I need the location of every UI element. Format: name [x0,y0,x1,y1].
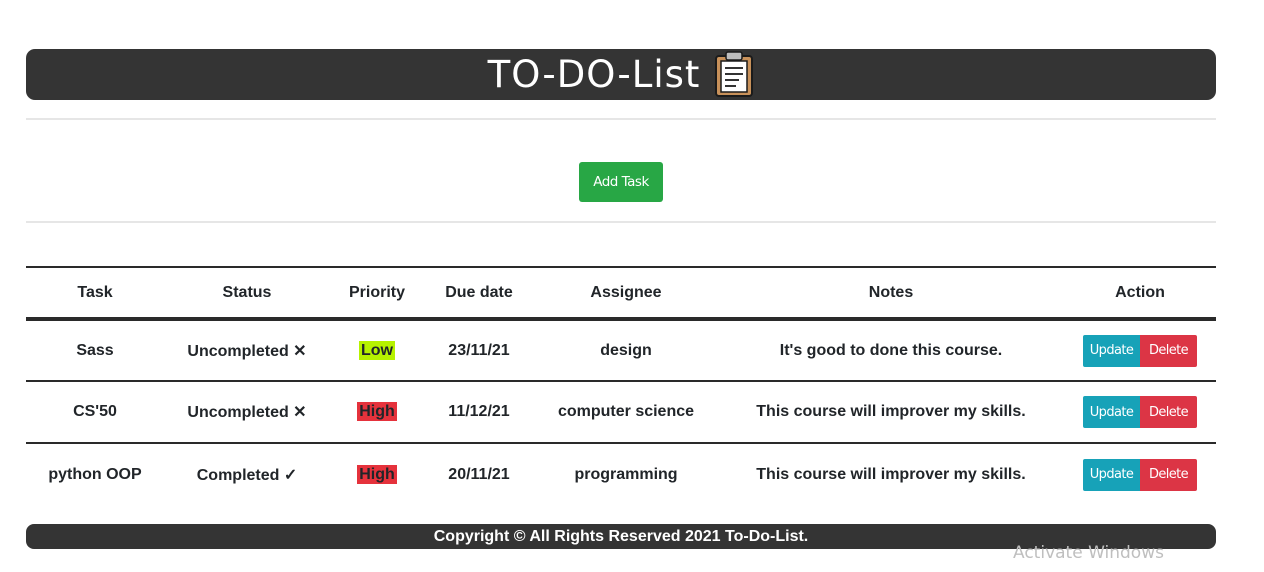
column-header-notes: Notes [868,283,914,301]
task-name: python OOP [48,465,142,483]
table-header-row: Task Status Priority Due date Assignee N… [26,267,1216,319]
task-assignee: programming [574,465,678,483]
priority-badge: Low [359,340,395,360]
update-button[interactable]: Update [1083,396,1140,428]
task-notes: This course will improver my skills. [756,465,1026,483]
column-header-priority: Priority [348,283,405,301]
task-name: CS'50 [73,403,117,420]
task-status: Uncompleted ✕ [187,404,307,421]
column-header-status: Status [222,283,272,301]
app-title: TO-DO-List [487,53,701,96]
app-header: TO-DO-List [26,49,1216,100]
table-row: python OOP Completed ✓ High 20/11/21 pro… [26,443,1216,505]
action-group: Update Delete [1083,334,1197,367]
task-due-date: 11/12/21 [448,403,510,420]
delete-button[interactable]: Delete [1140,458,1197,491]
task-name: Sass [76,341,114,359]
task-assignee: design [600,341,652,359]
task-notes: This course will improver my skills. [756,403,1026,420]
action-group: Update Delete [1083,458,1197,491]
column-header-task: Task [77,283,113,301]
divider [26,118,1216,120]
update-button[interactable]: Update [1083,334,1140,367]
delete-button[interactable]: Delete [1140,334,1197,367]
add-task-button[interactable]: Add Task [579,162,663,202]
clipboard-icon [715,50,754,97]
column-header-assignee: Assignee [590,283,662,301]
table-row: CS'50 Uncompleted ✕ High 11/12/21 comput… [26,381,1216,443]
task-notes: It's good to done this course. [779,341,1003,359]
table-row: Sass Uncompleted ✕ Low 23/11/21 design I… [26,319,1216,381]
update-button[interactable]: Update [1083,458,1140,491]
activate-windows-watermark: Activate Windows [1013,543,1164,563]
task-assignee: computer science [557,403,695,420]
divider [26,221,1216,223]
column-header-due-date: Due date [445,283,513,301]
task-status: Completed ✓ [196,466,298,484]
column-header-action: Action [1115,283,1165,301]
action-group: Update Delete [1083,396,1197,428]
delete-button[interactable]: Delete [1140,396,1197,428]
task-due-date: 23/11/21 [448,341,510,359]
priority-badge: High [357,402,397,421]
copyright-text: Copyright © All Rights Reserved 2021 To-… [433,527,809,545]
priority-badge: High [357,464,397,484]
task-status: Uncompleted ✕ [187,342,307,360]
task-due-date: 20/11/21 [448,465,510,483]
task-table: Task Status Priority Due date Assignee N… [26,266,1216,505]
